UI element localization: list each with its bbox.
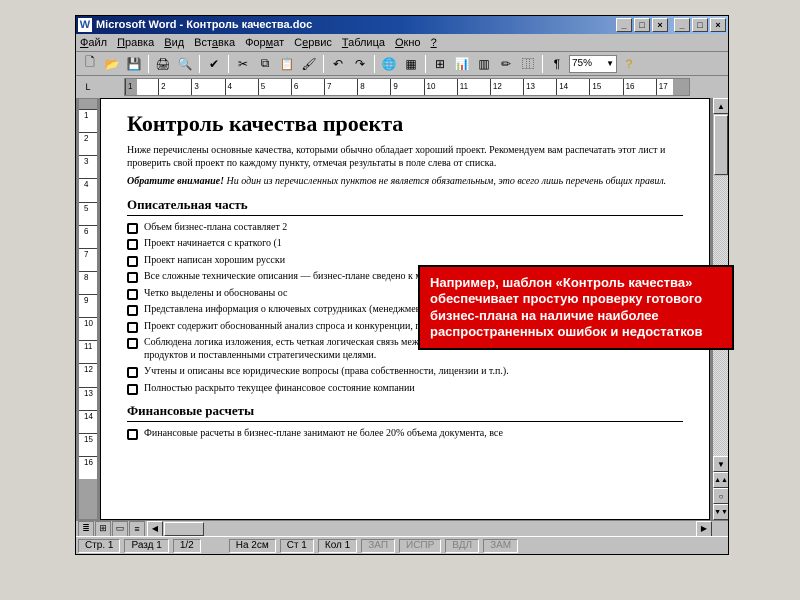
doc-note: Обратите внимание! Ни один из перечислен…	[127, 176, 683, 189]
excel-icon[interactable]: 📊	[452, 54, 472, 74]
status-bar: Стр. 1 Разд 1 1/2 На 2см Ст 1 Кол 1 ЗАП …	[76, 536, 728, 554]
standard-toolbar: 🗋 📂 💾 🖨 🔍 ✔ ✂ ⧉ 📋 🖌 ↶ ↷ 🌐 ▦ ⊞ 📊 ▥ ✏ ⿲ ¶ …	[76, 52, 728, 76]
format-painter-icon[interactable]: 🖌	[299, 54, 319, 74]
app-title: Microsoft Word - Контроль качества.doc	[96, 19, 312, 31]
menu-window[interactable]: Окно	[395, 37, 421, 49]
status-page: Стр. 1	[78, 539, 120, 553]
menu-file[interactable]: Файл	[80, 37, 107, 49]
doc-heading: Контроль качества проекта	[127, 111, 683, 137]
close-button[interactable]: ×	[710, 18, 726, 32]
menu-format[interactable]: Формат	[245, 37, 284, 49]
undo-icon[interactable]: ↶	[328, 54, 348, 74]
vertical-ruler[interactable]: 12345678910111213141516	[78, 98, 98, 520]
section-2-heading: Финансовые расчеты	[127, 403, 683, 422]
status-line: Ст 1	[280, 539, 314, 553]
normal-view-icon[interactable]: ≣	[78, 521, 94, 537]
section-1-heading: Описательная часть	[127, 197, 683, 216]
doc-intro: Ниже перечислены основные качества, кото…	[127, 145, 683, 170]
checklist-item: Учтены и описаны все юридические вопросы…	[127, 366, 683, 379]
tables-borders-icon[interactable]: ▦	[401, 54, 421, 74]
minimize-button[interactable]: _	[674, 18, 690, 32]
save-icon[interactable]: 💾	[124, 54, 144, 74]
checklist-text: Проект начинается с краткого (1	[144, 238, 683, 251]
hscroll-thumb[interactable]	[164, 522, 204, 536]
checklist-item: Финансовые расчеты в бизнес-плане занима…	[127, 428, 683, 441]
menu-table[interactable]: Таблица	[342, 37, 385, 49]
menu-edit[interactable]: Правка	[117, 37, 154, 49]
show-para-icon[interactable]: ¶	[547, 54, 567, 74]
scroll-right-icon[interactable]: ▶	[696, 521, 712, 537]
drawing-icon[interactable]: ✏	[496, 54, 516, 74]
annotation-callout: Например, шаблон «Контроль качества» обе…	[418, 265, 734, 350]
status-trk: ИСПР	[399, 539, 441, 553]
checkbox-icon[interactable]	[127, 289, 138, 300]
checklist-text: Учтены и описаны все юридические вопросы…	[144, 366, 683, 379]
scroll-down-icon[interactable]: ▼	[713, 456, 728, 472]
status-ext: ВДЛ	[445, 539, 479, 553]
menu-bar: Файл Правка Вид Вставка Формат Сервис Та…	[76, 34, 728, 52]
checkbox-icon[interactable]	[127, 223, 138, 234]
maximize-doc-button[interactable]: □	[634, 18, 650, 32]
cut-icon[interactable]: ✂	[233, 54, 253, 74]
word-logo-icon: W	[78, 18, 92, 32]
status-col: Кол 1	[318, 539, 357, 553]
page-view-icon[interactable]: ▭	[112, 521, 128, 537]
maximize-button[interactable]: □	[692, 18, 708, 32]
checkbox-icon[interactable]	[127, 384, 138, 395]
checklist-text: Полностью раскрыто текущее финансовое со…	[144, 383, 683, 396]
menu-insert[interactable]: Вставка	[194, 37, 235, 49]
next-page-icon[interactable]: ▼▼	[713, 504, 728, 520]
checkbox-icon[interactable]	[127, 429, 138, 440]
status-rec: ЗАП	[361, 539, 395, 553]
scroll-thumb[interactable]	[714, 115, 728, 175]
hyperlink-icon[interactable]: 🌐	[379, 54, 399, 74]
horizontal-scrollbar-row: ≣ ⊞ ▭ ≡ ◀ ▶	[76, 520, 728, 536]
horizontal-ruler[interactable]: 1234567891011121314151617	[124, 78, 690, 96]
checklist-item: Проект начинается с краткого (1	[127, 238, 683, 251]
status-section: Разд 1	[124, 539, 168, 553]
checkbox-icon[interactable]	[127, 305, 138, 316]
checkbox-icon[interactable]	[127, 272, 138, 283]
select-browse-icon[interactable]: ○	[713, 488, 728, 504]
paste-icon[interactable]: 📋	[277, 54, 297, 74]
checklist-text: Объем бизнес-плана составляет 2	[144, 222, 683, 235]
status-at: На 2см	[229, 539, 276, 553]
title-bar: W Microsoft Word - Контроль качества.doc…	[76, 16, 728, 34]
checklist-item: Объем бизнес-плана составляет 2	[127, 222, 683, 235]
open-icon[interactable]: 📂	[102, 54, 122, 74]
menu-view[interactable]: Вид	[164, 37, 184, 49]
columns-icon[interactable]: ▥	[474, 54, 494, 74]
web-view-icon[interactable]: ⊞	[95, 521, 111, 537]
help-icon[interactable]: ?	[619, 54, 639, 74]
outline-view-icon[interactable]: ≡	[129, 521, 145, 537]
chevron-down-icon: ▼	[606, 59, 614, 68]
copy-icon[interactable]: ⧉	[255, 54, 275, 74]
new-doc-icon[interactable]: 🗋	[80, 54, 100, 74]
checkbox-icon[interactable]	[127, 256, 138, 267]
status-ovr: ЗАМ	[483, 539, 518, 553]
spellcheck-icon[interactable]: ✔	[204, 54, 224, 74]
checkbox-icon[interactable]	[127, 322, 138, 333]
scroll-up-icon[interactable]: ▲	[713, 98, 728, 114]
insert-table-icon[interactable]: ⊞	[430, 54, 450, 74]
print-icon[interactable]: 🖨	[153, 54, 173, 74]
checklist-text: Финансовые расчеты в бизнес-плане занима…	[144, 428, 683, 441]
checkbox-icon[interactable]	[127, 367, 138, 378]
doc-map-icon[interactable]: ⿲	[518, 54, 538, 74]
redo-icon[interactable]: ↷	[350, 54, 370, 74]
zoom-value: 75%	[572, 58, 592, 69]
print-preview-icon[interactable]: 🔍	[175, 54, 195, 74]
close-doc-button[interactable]: ×	[652, 18, 668, 32]
menu-help[interactable]: ?	[431, 37, 437, 49]
status-pages: 1/2	[173, 539, 201, 553]
checkbox-icon[interactable]	[127, 239, 138, 250]
checklist-item: Полностью раскрыто текущее финансовое со…	[127, 383, 683, 396]
zoom-select[interactable]: 75% ▼	[569, 55, 617, 73]
checkbox-icon[interactable]	[127, 338, 138, 349]
prev-page-icon[interactable]: ▲▲	[713, 472, 728, 488]
menu-tools[interactable]: Сервис	[294, 37, 332, 49]
minimize-doc-button[interactable]: _	[616, 18, 632, 32]
scroll-left-icon[interactable]: ◀	[147, 521, 163, 537]
